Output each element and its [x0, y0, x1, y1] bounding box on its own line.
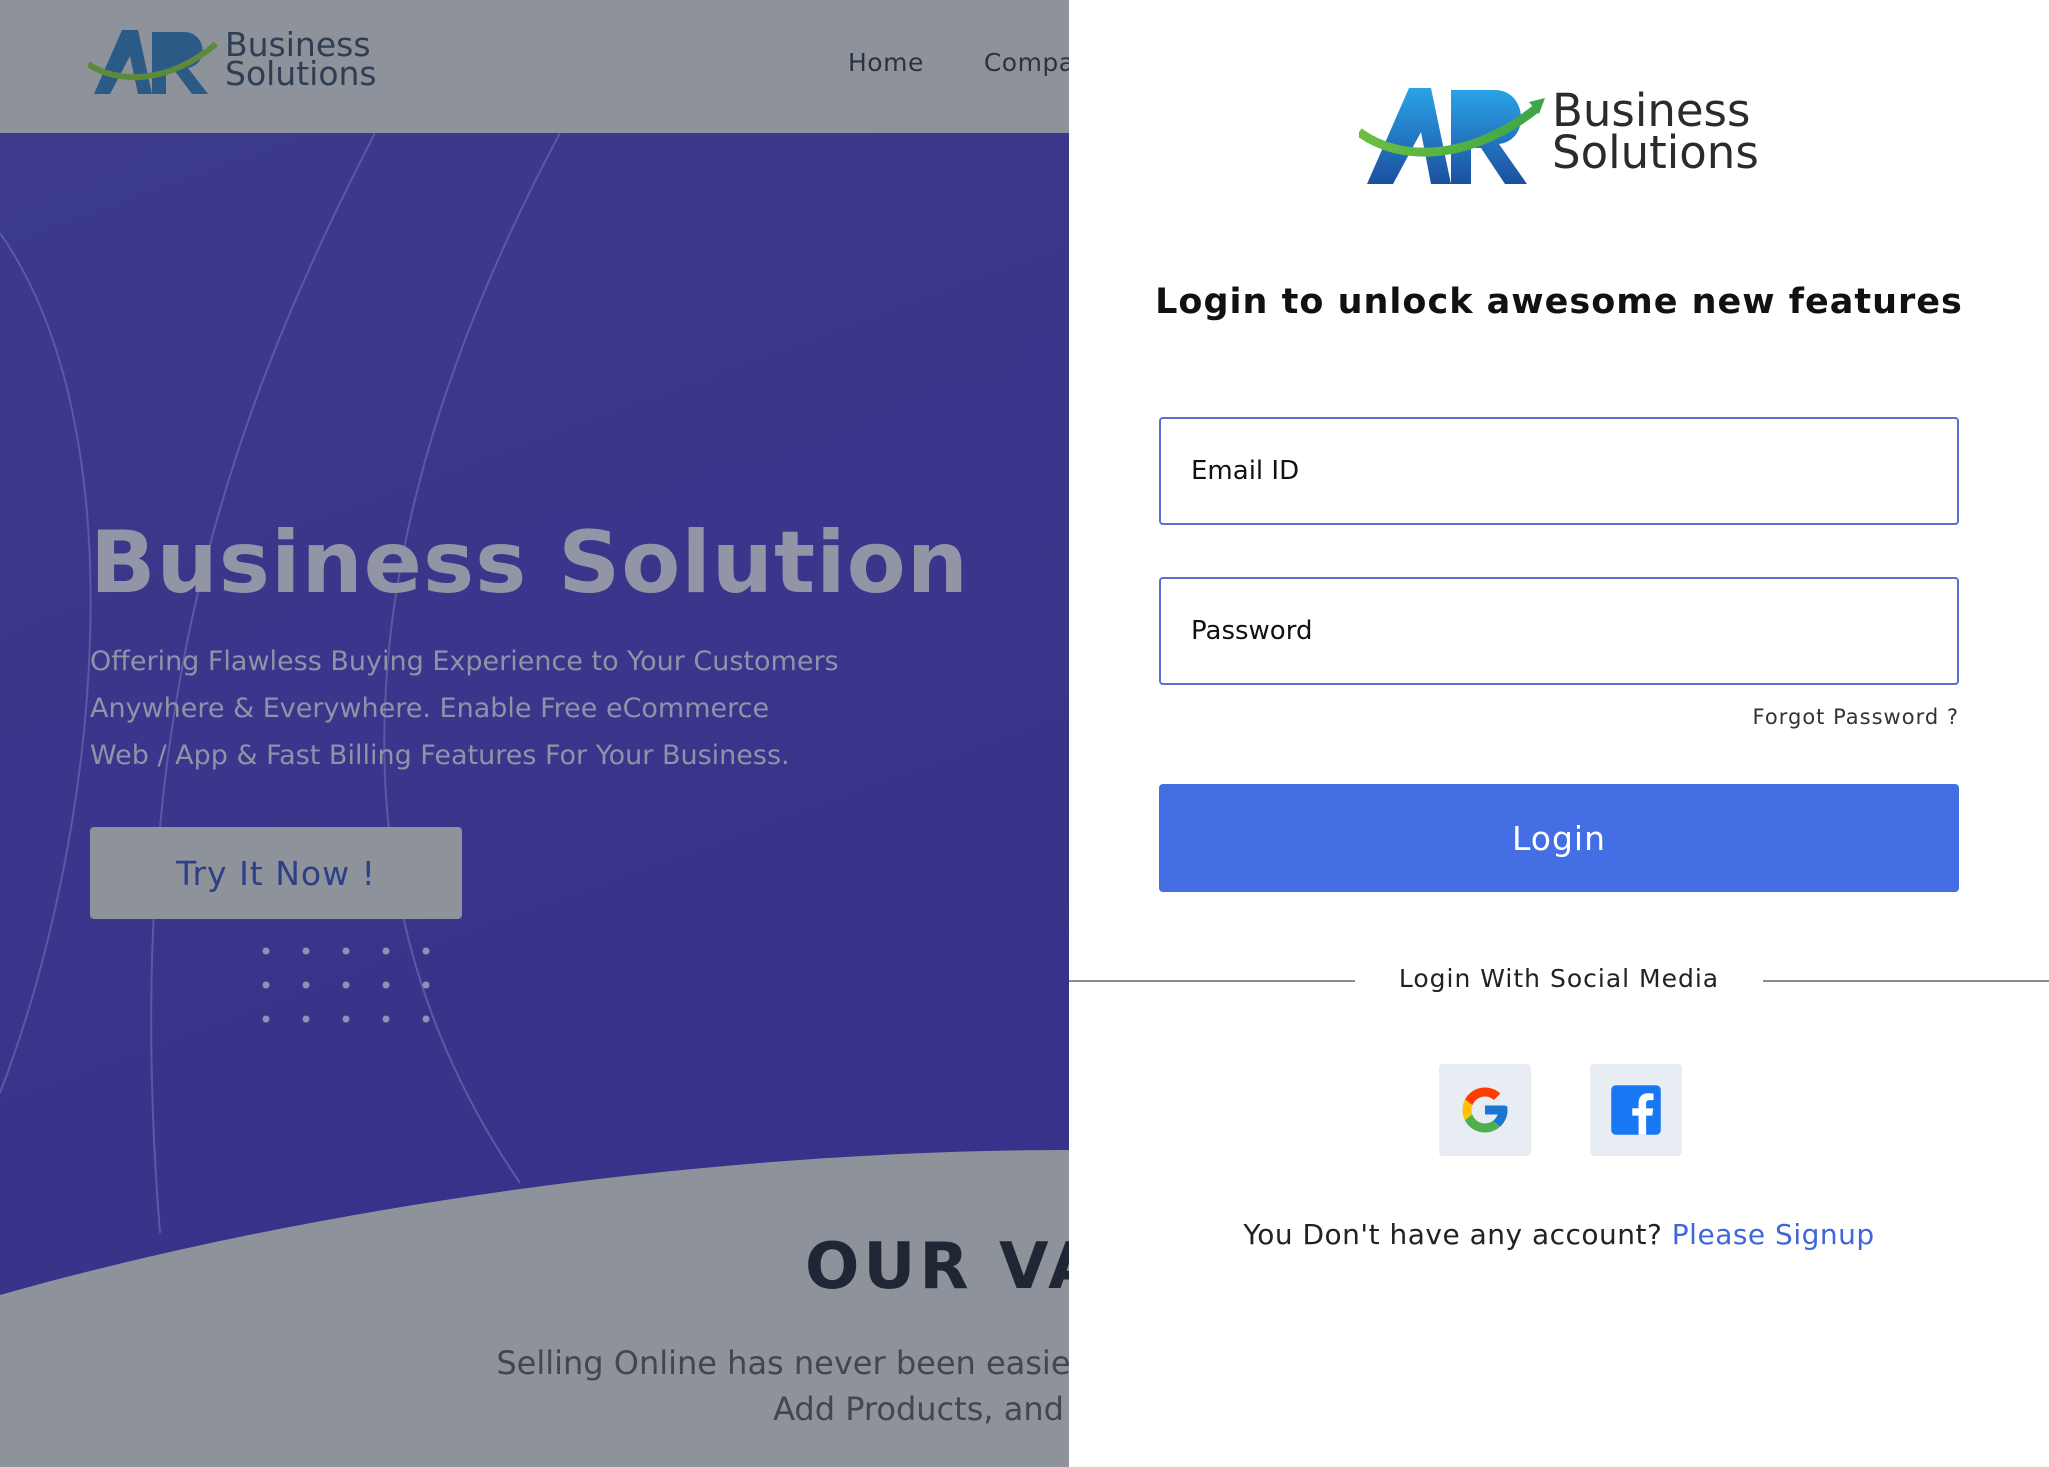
- panel-logo-text: Business Solutions: [1552, 88, 1759, 179]
- facebook-login-button[interactable]: [1590, 1064, 1682, 1156]
- login-heading: Login to unlock awesome new features: [1155, 282, 1963, 322]
- values-heading: OUR VA: [805, 1230, 1102, 1304]
- facebook-icon: [1611, 1085, 1661, 1135]
- signup-prompt-text: You Don't have any account?: [1243, 1218, 1663, 1251]
- email-input[interactable]: [1161, 419, 1957, 523]
- google-login-button[interactable]: [1439, 1064, 1531, 1156]
- nav-item-home[interactable]: Home: [848, 48, 924, 77]
- social-login-label: Login With Social Media: [1398, 964, 1720, 993]
- divider-line-right: [1763, 980, 2049, 982]
- password-input[interactable]: [1161, 579, 1957, 683]
- signup-prompt: You Don't have any account? Please Signu…: [1069, 1218, 2049, 1251]
- panel-logo-line: Solutions: [1552, 126, 1759, 179]
- site-nav: Home Compa: [848, 48, 1075, 77]
- login-button[interactable]: Login: [1159, 784, 1959, 892]
- site-logo-line: Solutions: [225, 54, 377, 93]
- ar-logo-icon: [86, 30, 218, 94]
- site-logo-text: Business Solutions: [225, 28, 377, 93]
- signup-link[interactable]: Please Signup: [1672, 1218, 1875, 1251]
- site-logo[interactable]: Business Solutions: [86, 24, 388, 104]
- panel-logo: Business Solutions: [1356, 80, 1779, 200]
- values-text: Selling Online has never been easier Add…: [460, 1340, 1120, 1432]
- login-panel: Business Solutions Login to unlock aweso…: [1069, 0, 2049, 1467]
- password-field[interactable]: [1159, 577, 1959, 685]
- forgot-password-link[interactable]: Forgot Password ?: [1753, 705, 1959, 729]
- values-text-line: Add Products, and St: [773, 1390, 1107, 1428]
- google-icon: [1462, 1087, 1508, 1133]
- email-field[interactable]: [1159, 417, 1959, 525]
- nav-item-company[interactable]: Compa: [984, 48, 1075, 77]
- ar-logo-icon: [1356, 88, 1545, 184]
- values-text-line: Selling Online has never been easier: [496, 1344, 1084, 1382]
